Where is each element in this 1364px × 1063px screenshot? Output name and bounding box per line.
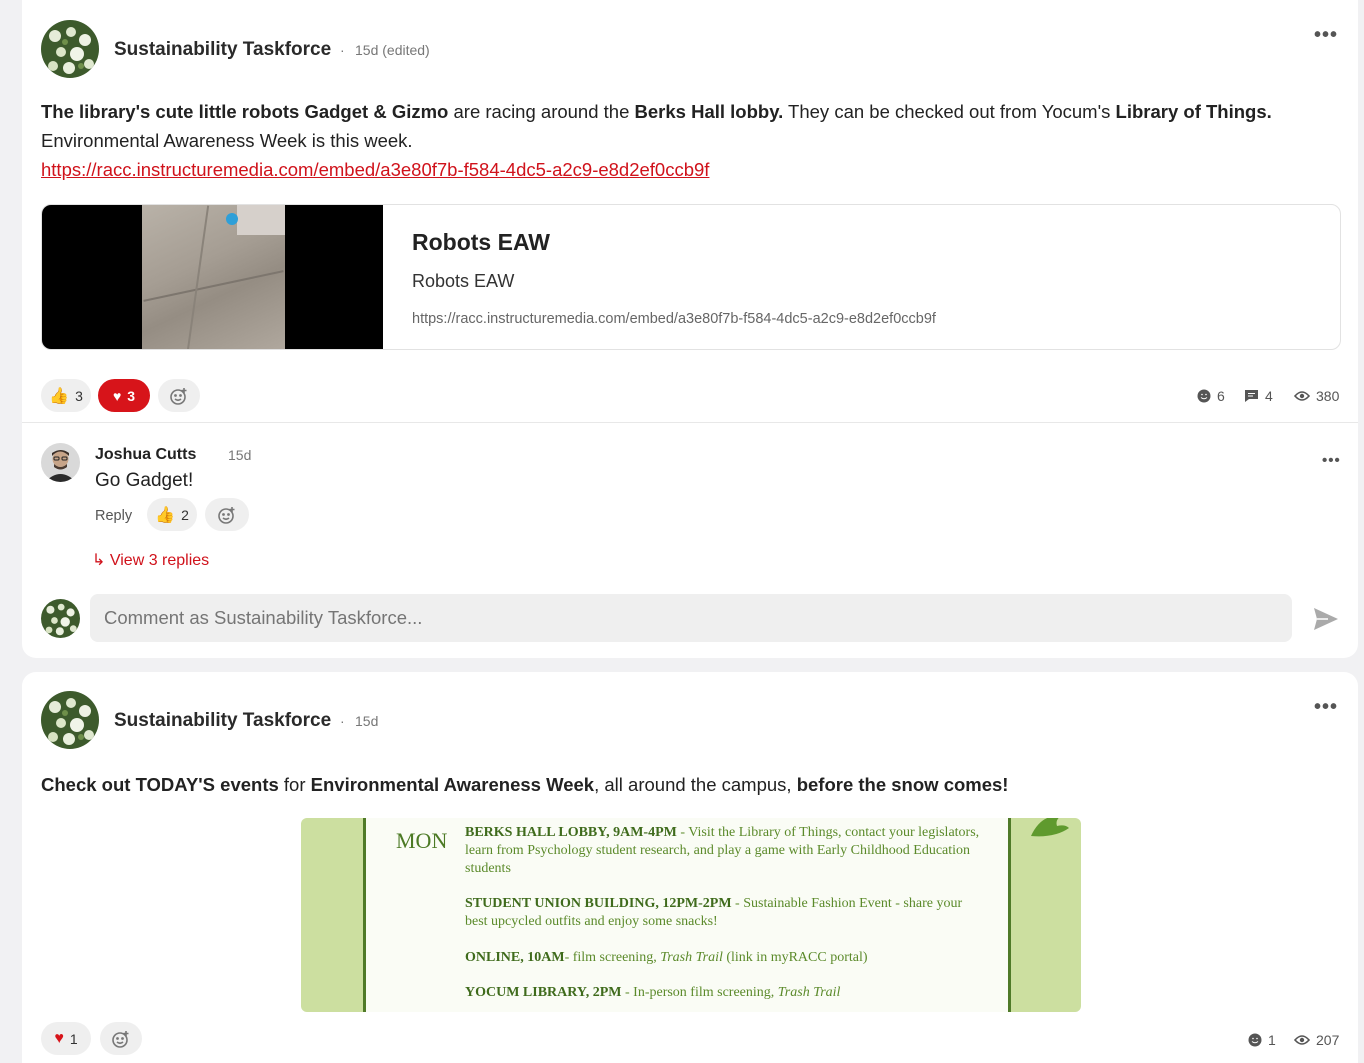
comment-input[interactable]	[90, 594, 1292, 642]
comment-time: 15d	[228, 447, 252, 463]
reactors-icon	[1197, 389, 1211, 403]
poster-day: MON	[396, 828, 448, 853]
comment-thumbs-up-reaction[interactable]: 👍 2	[147, 498, 197, 531]
author-avatar[interactable]	[41, 20, 99, 78]
add-reaction-button[interactable]	[100, 1022, 142, 1055]
body-text-2: , all around the campus,	[594, 774, 797, 795]
reactors-icon	[1248, 1033, 1262, 1047]
comments-stat[interactable]: 4	[1244, 388, 1273, 404]
post-link[interactable]: https://racc.instructuremedia.com/embed/…	[41, 159, 709, 180]
body-text-1: are racing around the	[448, 101, 635, 122]
views-count: 207	[1316, 1032, 1340, 1048]
body-text-1: for	[278, 774, 311, 795]
body-bold-1: The library's cute little robots Gadget …	[41, 101, 449, 122]
body-bold-3: before the snow comes!	[796, 774, 1009, 795]
body-bold-2: Environmental Awareness Week	[310, 774, 595, 795]
body-bold-1: Check out TODAY'S events	[41, 774, 279, 795]
add-reaction-icon	[218, 506, 235, 524]
leaf-icon	[1031, 818, 1069, 837]
views-icon	[1294, 391, 1310, 401]
commenter-name[interactable]: Joshua Cutts	[95, 446, 196, 464]
view-replies-link[interactable]: ↳ View 3 replies	[92, 550, 209, 570]
author-avatar[interactable]	[41, 691, 99, 749]
preview-title: Robots EAW	[412, 229, 550, 255]
own-avatar	[41, 599, 80, 638]
poster-event-4: YOCUM LIBRARY, 2PM - In-person film scre…	[465, 985, 841, 1000]
post-card-1: Sustainability Taskforce · 15d (edited) …	[22, 0, 1358, 658]
poster-event-2: STUDENT UNION BUILDING, 12PM-2PM - Susta…	[465, 896, 963, 929]
add-reaction-button[interactable]	[158, 379, 200, 412]
views-icon	[1294, 1035, 1310, 1045]
poster-panel: MON BERKS HALL LOBBY, 9AM-4PM - Visit th…	[363, 818, 1011, 1012]
heart-reaction[interactable]: ♥ 1	[41, 1022, 91, 1055]
preview-subtitle: Robots EAW	[412, 271, 515, 291]
event-poster-image[interactable]: MON BERKS HALL LOBBY, 9AM-4PM - Visit th…	[301, 818, 1081, 1012]
post-time: 15d	[355, 713, 379, 729]
body-bold-2: Berks Hall lobby.	[634, 101, 784, 122]
poster-event-3: ONLINE, 10AM- film screening, Trash Trai…	[465, 950, 868, 965]
views-stat: 207	[1294, 1032, 1339, 1048]
body-text-2: They can be checked out from Yocum's	[783, 101, 1116, 122]
body-bold-3: Library of Things.	[1115, 101, 1272, 122]
reactors-count: 1	[1268, 1032, 1276, 1048]
author-name[interactable]: Sustainability Taskforce	[114, 39, 331, 61]
post-card-2: Sustainability Taskforce · 15d ••• Check…	[22, 672, 1358, 1063]
heart-reaction[interactable]: ♥ 3	[98, 379, 150, 412]
heart-count: 3	[127, 387, 136, 404]
meta-separator: ·	[340, 713, 345, 729]
divider	[22, 422, 1358, 423]
views-stat: 380	[1294, 388, 1339, 404]
body-text-3: Environmental Awareness Week is this wee…	[41, 130, 413, 151]
thumbs-up-icon: 👍	[155, 506, 176, 524]
post-body: Check out TODAY'S events for Environment…	[41, 770, 1341, 799]
post-body: The library's cute little robots Gadget …	[41, 97, 1341, 184]
comment-thumbs-count: 2	[181, 506, 189, 523]
views-count: 380	[1316, 388, 1340, 404]
preview-url: https://racc.instructuremedia.com/embed/…	[412, 311, 936, 327]
reactors-stat[interactable]: 6	[1197, 388, 1225, 404]
thumbs-up-reaction[interactable]: 👍 3	[41, 379, 91, 412]
meta-separator: ·	[340, 42, 345, 58]
comment-more-icon[interactable]: •••	[1322, 452, 1341, 469]
add-reaction-icon	[170, 387, 187, 405]
add-reaction-icon	[112, 1030, 129, 1048]
send-icon[interactable]	[1312, 606, 1340, 632]
comment-add-reaction-button[interactable]	[205, 498, 249, 531]
comment-text: Go Gadget!	[95, 470, 194, 491]
reactors-count: 6	[1217, 388, 1225, 404]
link-preview-card[interactable]: Robots EAW Robots EAW https://racc.instr…	[41, 204, 1341, 350]
reactors-stat[interactable]: 1	[1248, 1032, 1276, 1048]
heart-icon: ♥	[54, 1029, 64, 1047]
reply-button[interactable]: Reply	[95, 508, 132, 524]
comments-count: 4	[1265, 388, 1273, 404]
thumbs-up-count: 3	[75, 387, 83, 404]
more-options-icon[interactable]: •••	[1314, 696, 1338, 719]
author-name[interactable]: Sustainability Taskforce	[114, 710, 331, 732]
post-time: 15d (edited)	[355, 42, 430, 58]
comments-icon	[1245, 390, 1258, 402]
heart-icon: ♥	[112, 387, 122, 404]
heart-count: 1	[69, 1030, 78, 1047]
commenter-avatar[interactable]	[41, 443, 80, 482]
poster-event-1: BERKS HALL LOBBY, 9AM-4PM - Visit the Li…	[465, 825, 980, 876]
more-options-icon[interactable]: •••	[1314, 24, 1338, 47]
preview-thumbnail	[42, 205, 383, 349]
thumbs-up-icon: 👍	[49, 387, 70, 405]
